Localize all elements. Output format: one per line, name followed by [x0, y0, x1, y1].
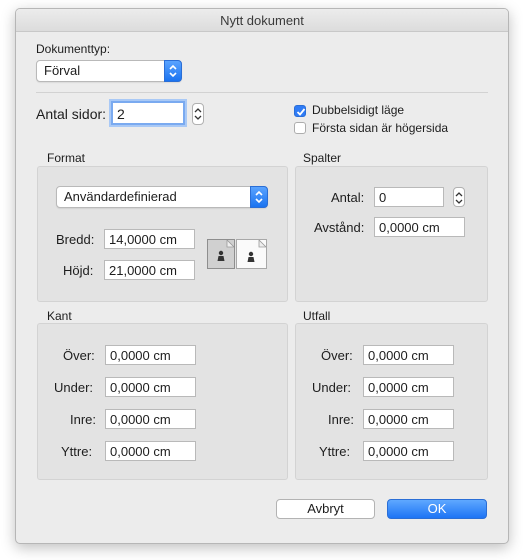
margin-bottom-label: Under: [54, 380, 94, 395]
dialog-title: Nytt dokument [220, 13, 304, 28]
pages-value: 2 [117, 106, 125, 122]
format-preset-value: Användardefinierad [64, 189, 177, 204]
bleed-top-value: 0,0000 cm [368, 348, 429, 363]
margin-outer-value: 0,0000 cm [110, 444, 171, 459]
width-value: 14,0000 cm [109, 232, 177, 247]
pages-input[interactable]: 2 [111, 101, 185, 125]
popup-chevron-icon [164, 60, 182, 82]
columns-count-value: 0 [379, 190, 387, 205]
bleed-inner-label: Inre: [328, 412, 355, 427]
ok-button[interactable]: OK [387, 499, 487, 519]
margin-top-value: 0,0000 cm [110, 348, 171, 363]
margin-inner-input[interactable]: 0,0000 cm [105, 409, 196, 429]
columns-count-input[interactable]: 0 [374, 187, 444, 207]
bleed-bottom-value: 0,0000 cm [368, 380, 429, 395]
format-preset-popup[interactable]: Användardefinierad [56, 186, 268, 208]
margin-inner-value: 0,0000 cm [110, 412, 171, 427]
bleed-top-input[interactable]: 0,0000 cm [363, 345, 454, 365]
columns-stepper[interactable] [453, 187, 465, 207]
new-document-dialog: Nytt dokument Dokumenttyp: Förval Antal … [15, 8, 509, 544]
width-label: Bredd: [56, 232, 95, 247]
bleed-heading: Utfall [303, 309, 331, 323]
margin-outer-input[interactable]: 0,0000 cm [105, 441, 196, 461]
margins-heading: Kant [47, 309, 72, 323]
columns-count-label: Antal: [331, 190, 365, 205]
bleed-inner-input[interactable]: 0,0000 cm [363, 409, 454, 429]
first-page-right-label: Första sidan är högersida [312, 121, 449, 135]
cancel-button[interactable]: Avbryt [276, 499, 375, 519]
margin-inner-label: Inre: [70, 412, 97, 427]
height-input[interactable]: 21,0000 cm [104, 260, 195, 280]
margin-outer-label: Yttre: [61, 444, 93, 459]
landscape-orientation-icon[interactable] [236, 239, 267, 269]
bleed-bottom-label: Under: [312, 380, 352, 395]
columns-gap-input[interactable]: 0,0000 cm [374, 217, 465, 237]
width-input[interactable]: 14,0000 cm [104, 229, 195, 249]
pages-label: Antal sidor: [36, 106, 107, 122]
bleed-outer-input[interactable]: 0,0000 cm [363, 441, 454, 461]
doc-type-value: Förval [44, 63, 81, 78]
margin-top-label: Över: [63, 348, 95, 363]
height-value: 21,0000 cm [109, 263, 177, 278]
columns-heading: Spalter [303, 151, 342, 165]
bleed-inner-value: 0,0000 cm [368, 412, 429, 427]
popup-chevron-icon [250, 186, 268, 208]
format-heading: Format [47, 151, 86, 165]
bleed-outer-label: Yttre: [319, 444, 351, 459]
doc-type-label: Dokumenttyp: [36, 42, 111, 56]
margin-top-input[interactable]: 0,0000 cm [105, 345, 196, 365]
double-sided-checkbox[interactable] [294, 105, 306, 117]
columns-gap-label: Avstånd: [314, 220, 365, 235]
pages-stepper[interactable] [192, 103, 204, 125]
separator [36, 92, 488, 93]
margin-bottom-input[interactable]: 0,0000 cm [105, 377, 196, 397]
double-sided-label: Dubbelsidigt läge [312, 103, 405, 117]
portrait-orientation-icon[interactable] [207, 239, 235, 269]
margin-bottom-value: 0,0000 cm [110, 380, 171, 395]
bleed-outer-value: 0,0000 cm [368, 444, 429, 459]
doc-type-popup[interactable]: Förval [36, 60, 182, 82]
columns-gap-value: 0,0000 cm [379, 220, 440, 235]
bleed-bottom-input[interactable]: 0,0000 cm [363, 377, 454, 397]
first-page-right-checkbox[interactable] [294, 122, 306, 134]
height-label: Höjd: [63, 263, 94, 278]
title-bar[interactable]: Nytt dokument [16, 9, 508, 32]
bleed-top-label: Över: [321, 348, 353, 363]
